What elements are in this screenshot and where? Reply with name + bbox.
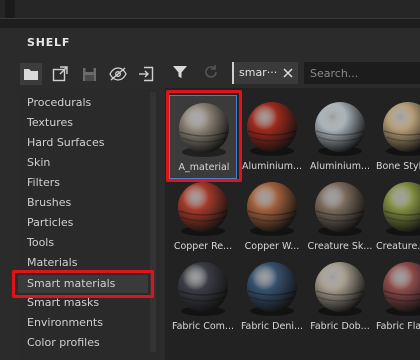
top-strip [0,0,420,19]
material-preview [380,99,420,159]
material-preview [312,259,368,319]
material-label: Creature... [376,241,420,252]
filter-tag-chip[interactable]: smar··· [232,62,298,84]
material-label: Copper Re... [173,241,233,252]
material-preview [380,259,420,319]
filter-icon[interactable] [172,64,188,84]
material-label: Aluminium... [241,161,303,172]
material-label: Fabric Deni... [240,321,304,332]
search-box[interactable] [304,62,420,84]
folder-icon[interactable] [20,63,42,85]
material-label: Fabric Com... [172,321,234,332]
refresh-icon[interactable] [203,64,219,84]
material-label: Fabric Dob... [310,321,370,332]
export-icon[interactable] [49,63,71,85]
panel-title: SHELF [27,36,71,49]
material-thumbnail[interactable]: Creature Sk... [306,175,374,259]
save-icon[interactable] [78,63,100,85]
material-label: Fabric Fla... [376,321,420,332]
import-icon[interactable] [135,63,157,85]
category-scrollbar[interactable] [150,92,156,352]
category-particles[interactable]: Particles [27,214,73,232]
material-thumbnail[interactable]: Fabric Dob... [306,255,374,339]
category-color-profiles[interactable]: Color profiles [27,334,100,352]
material-thumbnail[interactable]: Creature... [374,175,420,259]
material-preview [312,99,368,159]
material-thumbnail[interactable]: Bone Style [374,95,420,179]
material-label: Aluminium... [309,161,371,172]
material-thumbnail[interactable]: Aluminium... [238,95,306,179]
category-hard-surfaces[interactable]: Hard Surfaces [27,134,104,152]
highlight-box-smart-materials [12,270,154,298]
material-preview [175,179,231,239]
category-brushes[interactable]: Brushes [27,194,71,212]
material-thumbnail[interactable]: Fabric Deni... [238,255,306,339]
material-thumbnail[interactable]: Copper W... [238,175,306,259]
category-skin[interactable]: Skin [27,154,50,172]
close-icon[interactable] [282,65,294,84]
category-textures[interactable]: Textures [27,114,73,132]
material-preview [244,179,300,239]
material-preview [244,259,300,319]
material-label: Bone Style [376,161,420,172]
material-preview [380,179,420,239]
material-thumbnail[interactable]: Copper Re... [169,175,237,259]
highlight-box-selected-material [166,90,242,182]
category-environments[interactable]: Environments [27,314,103,332]
material-thumbnail[interactable]: Aluminium... [306,95,374,179]
material-label: Creature Sk... [307,241,373,252]
material-thumbnail[interactable]: Fabric Fla... [374,255,420,339]
shelf-toolbar [18,60,160,86]
material-thumbnail[interactable]: Fabric Com... [169,255,237,339]
filter-tag-label: smar··· [239,66,278,79]
visibility-icon[interactable] [107,63,129,85]
category-filters[interactable]: Filters [27,174,60,192]
top-divider [5,0,15,18]
material-preview [175,259,231,319]
top-border [0,18,420,19]
category-procedurals[interactable]: Procedurals [27,94,91,112]
search-input[interactable] [310,64,418,82]
material-preview [312,179,368,239]
material-preview [244,99,300,159]
material-label: Copper W... [244,241,300,252]
category-tools[interactable]: Tools [27,234,54,252]
